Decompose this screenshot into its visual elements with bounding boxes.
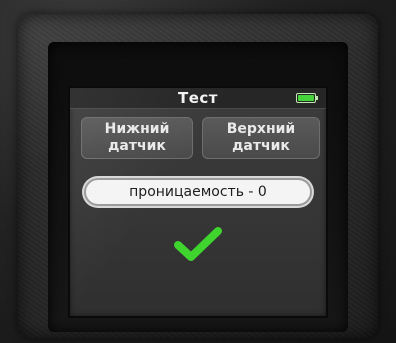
lower-sensor-label-line1: Нижний xyxy=(104,121,170,137)
title-bar: Тест xyxy=(70,88,326,109)
battery-level-fill xyxy=(298,95,314,101)
lower-sensor-label-line2: датчик xyxy=(108,138,166,154)
device-photo: Тест Нижний датчик Верхний датчик прониц… xyxy=(0,0,396,343)
lower-sensor-button[interactable]: Нижний датчик xyxy=(81,117,193,159)
upper-sensor-button[interactable]: Верхний датчик xyxy=(202,117,320,159)
permeability-result-text: проницаемость - 0 xyxy=(129,184,267,200)
screen-title: Тест xyxy=(178,89,218,107)
checkmark-icon xyxy=(174,227,222,261)
battery-icon xyxy=(296,93,318,103)
permeability-result-field: проницаемость - 0 xyxy=(84,178,312,206)
lcd-screen: Тест Нижний датчик Верхний датчик прониц… xyxy=(70,88,326,316)
upper-sensor-label-line2: датчик xyxy=(232,138,290,154)
upper-sensor-label-line1: Верхний xyxy=(226,121,296,137)
